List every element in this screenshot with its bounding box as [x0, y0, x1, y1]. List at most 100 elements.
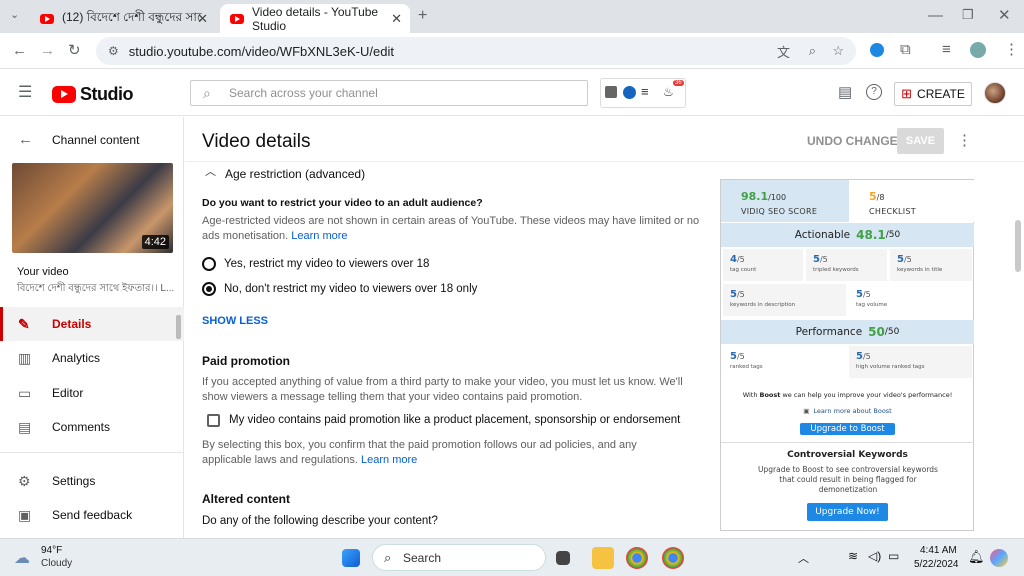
address-bar[interactable]: ⚙ studio.youtube.com/video/WFbXNL3eK-U/e…	[96, 37, 856, 65]
age-section-title[interactable]: Age restriction (advanced)	[225, 167, 365, 181]
studio-logo[interactable]: Studio	[52, 84, 134, 105]
analytics-ext-icon[interactable]	[605, 86, 617, 98]
controversial-desc: Upgrade to Boost to see controversial ke…	[758, 465, 938, 494]
clock-date[interactable]: 5/22/2024	[914, 559, 959, 570]
browser-menu-icon[interactable]: ⋮	[1004, 42, 1019, 57]
close-tab-icon[interactable]: ✕	[197, 11, 208, 27]
extensions-puzzle-icon[interactable]: ⧉	[900, 42, 911, 57]
windows-start-icon[interactable]	[342, 549, 360, 567]
sidebar-item-analytics[interactable]: ▥ Analytics	[0, 341, 184, 375]
age-learn-more-link[interactable]: Learn more	[291, 230, 347, 242]
account-avatar[interactable]	[984, 82, 1006, 104]
upgrade-now-button[interactable]: Upgrade Now!	[807, 503, 888, 521]
browser-tab-1[interactable]: (12) বিদেশে দেশী বন্ধুদের সাথে ই ✕	[30, 4, 216, 33]
battery-icon[interactable]: ▭	[888, 549, 899, 563]
chevron-up-icon[interactable]: ︿	[205, 167, 216, 178]
channel-search-input[interactable]: ⌕ Search across your channel	[190, 80, 588, 106]
profile-avatar-icon[interactable]	[970, 42, 986, 58]
sidebar-item-details[interactable]: ✎ Details	[0, 307, 184, 341]
tab-search-icon[interactable]: ⌄	[10, 10, 19, 21]
list-ext-icon[interactable]: ≡	[641, 85, 649, 98]
video-thumbnail[interactable]: 4:42	[12, 163, 173, 253]
film-icon: ▭	[18, 384, 32, 401]
help-icon[interactable]: ?	[866, 84, 882, 100]
reload-icon[interactable]: ↻	[68, 43, 81, 58]
radio-no-label[interactable]: No, don't restrict my video to viewers o…	[224, 283, 477, 295]
chrome-icon[interactable]	[626, 547, 648, 569]
file-explorer-icon[interactable]	[592, 547, 614, 569]
site-info-icon[interactable]: ⚙	[108, 44, 119, 58]
video-duration: 4:42	[141, 235, 169, 249]
sidebar-item-label: Comments	[52, 420, 111, 434]
chrome-profile-icon[interactable]	[662, 547, 684, 569]
url-text: studio.youtube.com/video/WFbXNL3eK-U/edi…	[128, 43, 394, 59]
metric-max: /5	[736, 255, 745, 264]
new-tab-icon[interactable]: +	[418, 8, 427, 24]
radio-yes-label[interactable]: Yes, restrict my video to viewers over 1…	[224, 258, 429, 270]
close-window-icon[interactable]: ✕	[998, 8, 1011, 23]
vidiq-checklist-tab[interactable]: 5/8 CHECKLIST	[849, 180, 974, 222]
show-less-button[interactable]: SHOW LESS	[202, 315, 268, 327]
checklist-value: 5	[869, 190, 877, 203]
notifications-bell-icon[interactable]: 🔔︎	[968, 549, 985, 565]
channel-content-link[interactable]: Channel content	[52, 133, 139, 147]
sidebar-scrollbar[interactable]	[176, 315, 181, 339]
sidebar-item-feedback[interactable]: ▣ Send feedback	[0, 498, 184, 532]
metric-max: /5	[903, 255, 912, 264]
radio-restrict-yes[interactable]	[202, 257, 216, 271]
minimize-icon[interactable]: —	[928, 8, 943, 23]
sidebar-item-editor[interactable]: ▭ Editor	[0, 376, 184, 410]
taskbar-search[interactable]: ⌕ Search	[372, 544, 546, 571]
vidiq-ext-icon[interactable]	[623, 86, 636, 99]
translate-icon[interactable]: 文	[777, 42, 790, 61]
paid-promotion-checkbox[interactable]	[207, 414, 220, 427]
volume-icon[interactable]: ◁)	[868, 549, 881, 563]
paid-learn-more-link[interactable]: Learn more	[361, 454, 417, 466]
metric-label: tripled keywords	[813, 267, 859, 273]
youtube-logo-icon	[52, 86, 76, 103]
learn-boost-label: Learn more about Boost	[813, 407, 892, 415]
zoom-icon[interactable]: ⌕	[809, 43, 816, 59]
more-options-icon[interactable]: ⋮	[957, 133, 972, 148]
save-button[interactable]: SAVE	[897, 128, 944, 154]
metric-value: 5	[730, 289, 737, 300]
comment-icon: ▤	[18, 418, 32, 435]
pencil-icon: ✎	[18, 315, 30, 332]
forward-icon[interactable]: →	[40, 43, 55, 58]
paid-checkbox-label[interactable]: My video contains paid promotion like a …	[229, 414, 680, 426]
clock-time[interactable]: 4:41 AM	[920, 545, 957, 556]
windows-taskbar: ☁ 94°F Cloudy ⌕ Search ︿ ≋ ◁) ▭ 4:41 AM …	[0, 538, 1024, 576]
page-scrollbar[interactable]	[1015, 220, 1021, 272]
paid-note-text: By selecting this box, you confirm that …	[202, 439, 637, 466]
back-icon[interactable]: ←	[12, 43, 27, 58]
feedback-icon[interactable]: ▤	[838, 85, 852, 100]
vidiq-seo-score-tab[interactable]: 98.1/100 VIDIQ SEO SCORE	[721, 180, 849, 222]
performance-score: 50	[868, 325, 885, 339]
tray-chevron-icon[interactable]: ︿	[798, 550, 809, 566]
network-icon[interactable]: ≋	[848, 549, 858, 563]
media-control-icon[interactable]: ≡	[942, 42, 951, 57]
metric-max: /5	[736, 352, 745, 361]
back-arrow-icon[interactable]: ←	[18, 132, 33, 147]
sidebar-item-settings[interactable]: ⚙ Settings	[0, 464, 184, 498]
sidebar-item-comments[interactable]: ▤ Comments	[0, 410, 184, 444]
hamburger-menu-icon[interactable]: ☰	[18, 85, 32, 101]
browser-tab-2[interactable]: Video details - YouTube Studio ✕	[220, 4, 410, 33]
copilot-icon[interactable]	[990, 549, 1008, 567]
radio-restrict-no[interactable]	[202, 282, 216, 296]
metric-max: /5	[862, 352, 871, 361]
upgrade-to-boost-button[interactable]: Upgrade to Boost	[800, 423, 895, 435]
create-button[interactable]: ⊞ CREATE	[894, 82, 972, 106]
bell-ext-icon[interactable]: ♨	[663, 86, 674, 98]
extension-vidiq-icon[interactable]	[870, 43, 884, 57]
undo-changes-button[interactable]: UNDO CHANGES	[807, 134, 906, 148]
bookmark-star-icon[interactable]: ☆	[832, 43, 844, 59]
task-view-icon[interactable]	[556, 551, 570, 565]
learn-boost-link[interactable]: ▣ Learn more about Boost	[721, 407, 974, 415]
sidebar-item-label: Analytics	[52, 351, 101, 365]
actionable-max: /50	[885, 230, 901, 240]
sidebar-item-label: Settings	[52, 474, 96, 488]
close-tab-icon[interactable]: ✕	[391, 11, 402, 27]
restore-icon[interactable]: ❐	[962, 8, 974, 21]
metric-value: 5	[813, 254, 820, 265]
